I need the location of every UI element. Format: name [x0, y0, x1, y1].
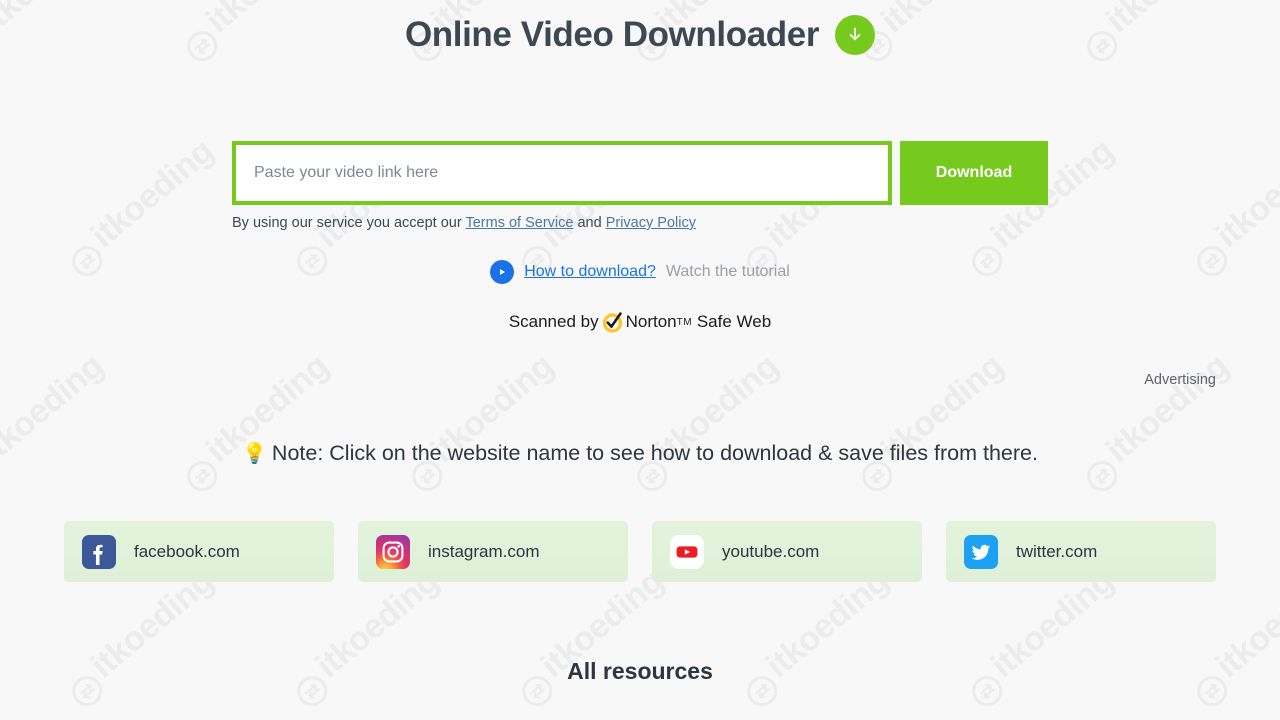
download-form: Download By using our service you accept…: [232, 58, 1048, 231]
tutorial-subtext: Watch the tutorial: [665, 263, 790, 280]
site-card-youtube[interactable]: youtube.com: [652, 521, 922, 582]
note-text: Note: Click on the website name to see h…: [271, 441, 1038, 465]
site-card-label: twitter.com: [1016, 541, 1098, 561]
terms-of-service-link[interactable]: Terms of Service: [465, 215, 573, 231]
play-icon[interactable]: [490, 260, 515, 284]
download-arrow-icon: [835, 15, 876, 55]
terms-notice: By using our service you accept our Term…: [232, 215, 1048, 231]
page-title: Online Video Downloader: [0, 0, 1280, 58]
norton-safe-web-badge: Scanned by Norton TM Safe Web: [0, 310, 1280, 334]
video-link-input[interactable]: [232, 141, 892, 205]
tutorial-row: How to download? Watch the tutorial: [0, 260, 1280, 284]
site-card-label: youtube.com: [722, 541, 820, 561]
site-card-twitter[interactable]: twitter.com: [946, 521, 1216, 582]
how-to-download-link[interactable]: How to download?: [524, 263, 656, 281]
youtube-icon: [670, 534, 704, 569]
note-banner: 💡 Note: Click on the website name to see …: [0, 441, 1280, 466]
site-card-label: instagram.com: [428, 541, 540, 561]
norton-check-icon: [601, 310, 625, 334]
lightbulb-icon: 💡: [242, 443, 267, 465]
norton-prefix-text: Scanned by: [508, 312, 599, 331]
page-root: Online Video Downloader Download By usin…: [0, 0, 1280, 720]
norton-suffix-text: Safe Web: [696, 312, 772, 331]
advertising-label: Advertising: [1144, 372, 1216, 388]
privacy-policy-link[interactable]: Privacy Policy: [606, 215, 696, 231]
norton-brand-text: Norton: [625, 312, 677, 331]
supported-sites-list: facebook.com instagram.com youtube.com t…: [64, 521, 1216, 582]
terms-conjunction-text: and: [573, 215, 606, 231]
download-button[interactable]: Download: [900, 141, 1048, 205]
facebook-icon: [82, 534, 116, 569]
download-form-row: Download: [232, 141, 1048, 205]
terms-prefix-text: By using our service you accept our: [232, 215, 466, 231]
page-title-text: Online Video Downloader: [404, 15, 820, 54]
instagram-icon: [376, 534, 410, 569]
site-card-label: facebook.com: [134, 541, 240, 561]
site-card-instagram[interactable]: instagram.com: [358, 521, 628, 582]
twitter-icon: [964, 534, 998, 569]
norton-trademark-text: TM: [676, 316, 693, 328]
site-card-facebook[interactable]: facebook.com: [64, 521, 334, 582]
all-resources-heading: All resources: [567, 658, 713, 684]
